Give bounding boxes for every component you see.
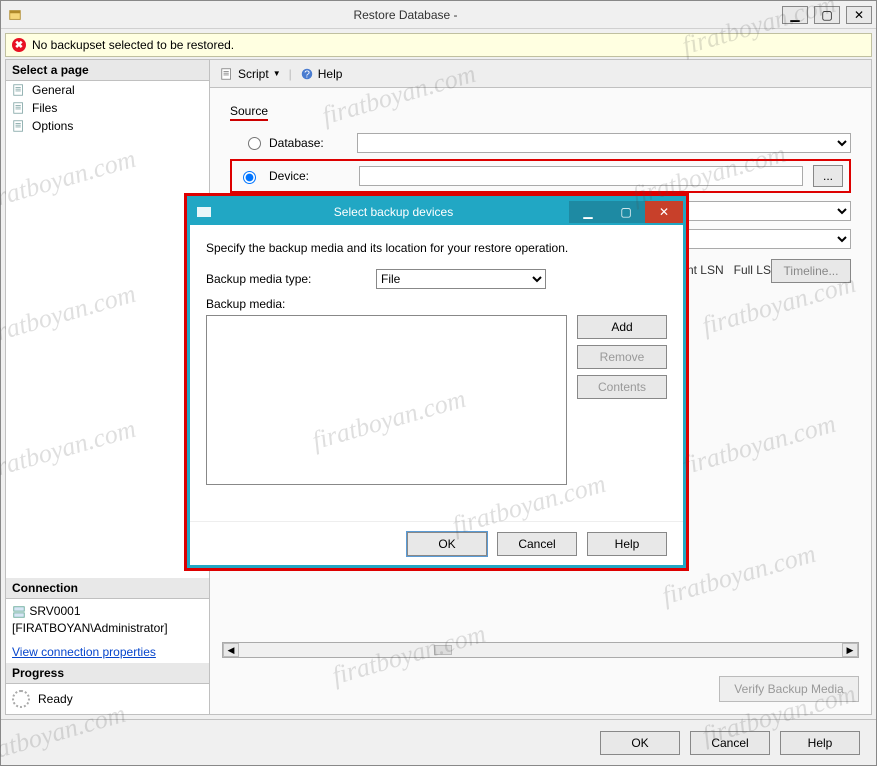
- maximize-button[interactable]: ▢: [814, 6, 840, 24]
- script-label: Script: [238, 67, 269, 81]
- media-label: Backup media:: [206, 297, 667, 311]
- timeline-button[interactable]: Timeline...: [771, 259, 851, 283]
- help-label: Help: [318, 67, 343, 81]
- dialog-close-button[interactable]: ✕: [645, 201, 683, 223]
- page-icon: [12, 83, 26, 97]
- horizontal-scrollbar[interactable]: ◀ ▶: [222, 642, 859, 658]
- media-list[interactable]: [206, 315, 567, 485]
- scroll-left-icon[interactable]: ◀: [223, 643, 239, 657]
- select-page-header: Select a page: [6, 60, 209, 81]
- dialog-maximize-button[interactable]: ▢: [607, 201, 645, 223]
- device-label: Device:: [269, 169, 349, 183]
- dialog-cancel-button[interactable]: Cancel: [497, 532, 577, 556]
- view-connection-properties-link[interactable]: View connection properties: [6, 641, 209, 663]
- media-type-row: Backup media type: File: [206, 269, 667, 289]
- dialog-instruction: Specify the backup media and its locatio…: [206, 241, 667, 255]
- script-button[interactable]: Script ▼: [216, 65, 285, 83]
- left-pane: Select a page General Files Options Conn…: [5, 59, 210, 715]
- connection-info: SRV0001 [FIRATBOYAN\Administrator]: [6, 599, 209, 641]
- warning-text: No backupset selected to be restored.: [32, 38, 234, 52]
- connection-user: [FIRATBOYAN\Administrator]: [12, 621, 168, 635]
- browse-label: ...: [823, 169, 833, 183]
- page-general[interactable]: General: [6, 81, 209, 99]
- dialog-footer: OK Cancel Help: [190, 521, 683, 565]
- dialog-titlebar: Select backup devices ▁ ▢ ✕: [190, 199, 683, 225]
- window-title: Restore Database -: [29, 8, 782, 22]
- help-button[interactable]: ? Help: [296, 65, 347, 83]
- page-icon: [12, 119, 26, 133]
- server-icon: [12, 605, 26, 619]
- dialog-window-buttons: ▁ ▢ ✕: [569, 201, 683, 223]
- page-label: Options: [32, 119, 73, 133]
- error-icon: ✖: [12, 38, 26, 52]
- page-options[interactable]: Options: [6, 117, 209, 135]
- dialog-minimize-button[interactable]: ▁: [569, 201, 607, 223]
- media-buttons: Add Remove Contents: [577, 315, 667, 485]
- ok-button[interactable]: OK: [600, 731, 680, 755]
- footer: OK Cancel Help: [1, 719, 876, 765]
- browse-button[interactable]: ...: [813, 165, 843, 187]
- progress-status: Ready: [6, 684, 209, 714]
- scroll-thumb[interactable]: [434, 645, 452, 655]
- source-database-row: Database:: [248, 133, 851, 153]
- dialog-help-button[interactable]: Help: [587, 532, 667, 556]
- radio-database[interactable]: [248, 137, 261, 150]
- page-label: Files: [32, 101, 57, 115]
- dialog-title: Select backup devices: [218, 205, 569, 219]
- contents-button: Contents: [577, 375, 667, 399]
- close-button[interactable]: ✕: [846, 6, 872, 24]
- connection-server: SRV0001: [29, 604, 80, 618]
- dialog-body: Specify the backup media and its locatio…: [190, 225, 683, 521]
- app-icon: [1, 8, 29, 22]
- source-device-row: Device: ...: [230, 159, 851, 193]
- cancel-button[interactable]: Cancel: [690, 731, 770, 755]
- radio-device[interactable]: [243, 171, 256, 184]
- verify-backup-button: Verify Backup Media: [719, 676, 859, 702]
- add-button[interactable]: Add: [577, 315, 667, 339]
- window-buttons: ▁ ▢ ✕: [782, 6, 876, 24]
- progress-spinner-icon: [12, 690, 30, 708]
- grid-col: Full LS: [734, 263, 771, 277]
- progress-label: Ready: [38, 692, 73, 706]
- page-label: General: [32, 83, 75, 97]
- dialog-highlight: Select backup devices ▁ ▢ ✕ Specify the …: [184, 193, 689, 571]
- page-icon: [12, 101, 26, 115]
- dialog-sysicon: [190, 207, 218, 217]
- database-label: Database:: [269, 136, 349, 150]
- device-input[interactable]: [359, 166, 803, 186]
- select-backup-devices-dialog: Select backup devices ▁ ▢ ✕ Specify the …: [187, 196, 686, 568]
- help-icon: ?: [300, 67, 314, 81]
- dialog-ok-button[interactable]: OK: [407, 532, 487, 556]
- progress-header: Progress: [6, 663, 209, 684]
- scroll-right-icon[interactable]: ▶: [842, 643, 858, 657]
- remove-button: Remove: [577, 345, 667, 369]
- database-select[interactable]: [357, 133, 851, 153]
- help-footer-button[interactable]: Help: [780, 731, 860, 755]
- script-icon: [220, 67, 234, 81]
- source-label: Source: [230, 104, 268, 121]
- svg-text:?: ?: [304, 68, 310, 80]
- warning-bar: ✖ No backupset selected to be restored.: [5, 33, 872, 57]
- media-type-select[interactable]: File: [376, 269, 546, 289]
- connection-header: Connection: [6, 578, 209, 599]
- minimize-button[interactable]: ▁: [782, 6, 808, 24]
- media-type-label: Backup media type:: [206, 272, 366, 286]
- page-files[interactable]: Files: [6, 99, 209, 117]
- media-row: Add Remove Contents: [206, 315, 667, 485]
- toolbar: Script ▼ | ? Help: [210, 60, 871, 88]
- titlebar: Restore Database - ▁ ▢ ✕: [1, 1, 876, 29]
- dropdown-icon: ▼: [273, 69, 281, 78]
